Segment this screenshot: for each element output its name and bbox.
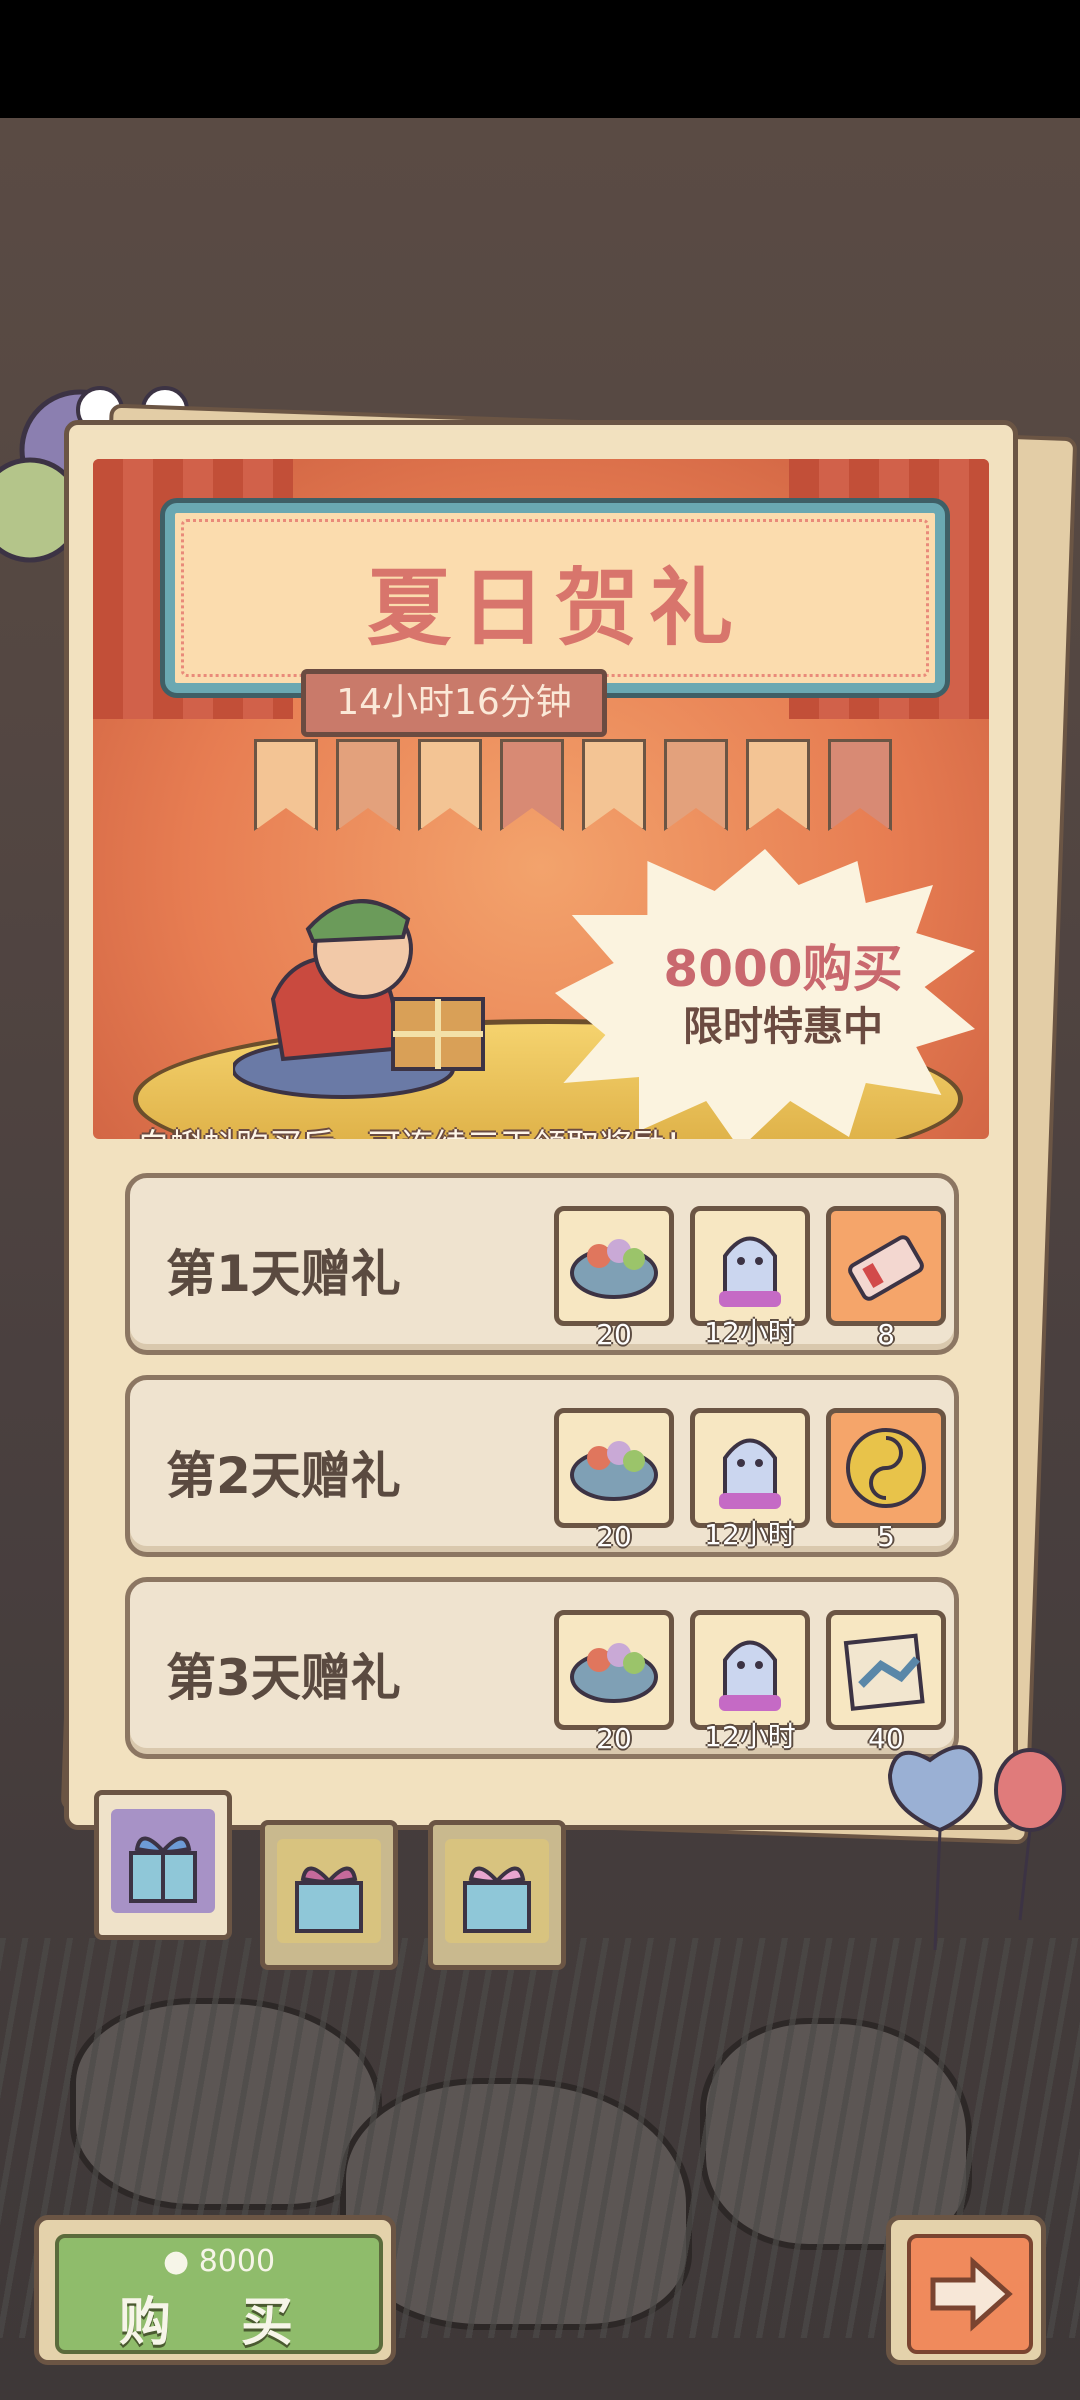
- candy-bowl-icon[interactable]: 20: [554, 1610, 674, 1755]
- tadpole-currency-icon: ●: [162, 2244, 190, 2279]
- countdown-timer: 14小时16分钟: [301, 669, 607, 737]
- buy-price: ● 8000: [162, 2244, 276, 2279]
- yin-yang-coin-icon[interactable]: 5: [826, 1408, 946, 1553]
- tab-gift-day1[interactable]: [94, 1790, 232, 1940]
- tab-gift-day2[interactable]: [260, 1820, 398, 1970]
- title-sign: 夏日贺礼: [165, 503, 945, 693]
- map-scroll-icon[interactable]: 40: [826, 1610, 946, 1755]
- reward-row-day2: 第2天赠礼 20 12小时 5: [125, 1375, 959, 1557]
- tab-gift-day3[interactable]: [428, 1820, 566, 1970]
- event-title: 夏日贺礼: [366, 559, 743, 657]
- item-count: 20: [596, 1722, 632, 1755]
- item-count: 12小时: [704, 1316, 796, 1349]
- buy-button[interactable]: ● 8000 购 买: [34, 2215, 396, 2365]
- reward-row-label: 第3天赠礼: [166, 1649, 401, 1707]
- ghost-icon[interactable]: 12小时: [690, 1610, 810, 1753]
- candy-bowl-icon[interactable]: 20: [554, 1206, 674, 1351]
- item-count: 20: [596, 1520, 632, 1553]
- arrow-right-icon: [930, 2256, 1013, 2332]
- balloons-right-icon: [887, 1745, 1066, 1951]
- reward-row-day1: 第1天赠礼 20 12小时 8: [125, 1173, 959, 1355]
- ghost-icon[interactable]: 12小时: [690, 1206, 810, 1349]
- next-button[interactable]: [886, 2215, 1046, 2365]
- status-bar: [0, 0, 1080, 118]
- item-count: 12小时: [704, 1518, 796, 1551]
- candy-bowl-icon[interactable]: 20: [554, 1408, 674, 1553]
- reward-row-label: 第1天赠礼: [166, 1245, 401, 1303]
- item-count: 12小时: [704, 1720, 796, 1753]
- buy-label: 购 买: [118, 2293, 320, 2353]
- event-panel: 8000购买 限时特惠中 白蝌蚪购买后，可连续三天领取奖励！ 夏日贺礼 14小时…: [64, 420, 1018, 1830]
- reward-row-day3: 第3天赠礼 20 12小时 40: [125, 1577, 959, 1759]
- bunting-flags: [213, 739, 933, 859]
- item-count: 5: [877, 1520, 895, 1553]
- burst-price: 8000购买: [663, 940, 903, 998]
- monkey-character-icon: [233, 899, 485, 1099]
- item-count: 20: [596, 1318, 632, 1351]
- promo-text: 限时特惠中: [683, 1004, 883, 1050]
- gift-box-icon: [295, 1866, 363, 1933]
- item-count: 8: [877, 1318, 895, 1351]
- tagline: 白蝌蚪购买后，可连续三天领取奖励！: [137, 1119, 698, 1139]
- reward-row-label: 第2天赠礼: [166, 1447, 401, 1505]
- gift-box-icon: [463, 1866, 531, 1933]
- ticket-icon[interactable]: 8: [826, 1206, 946, 1351]
- ghost-icon[interactable]: 12小时: [690, 1408, 810, 1551]
- gift-box-icon: [129, 1836, 197, 1903]
